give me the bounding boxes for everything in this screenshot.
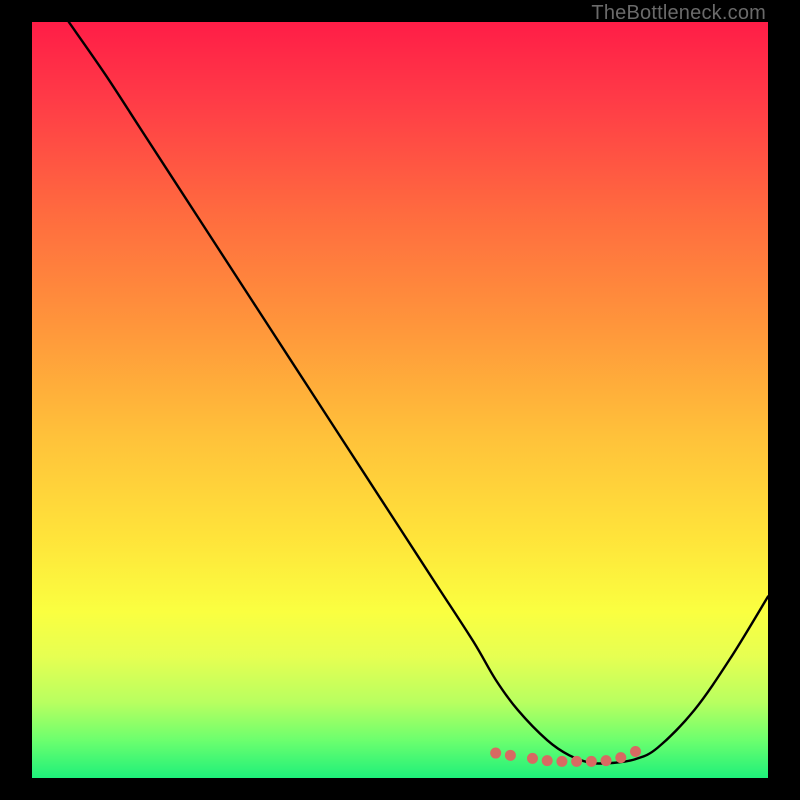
bottleneck-curve: [69, 22, 768, 764]
sweet-spot-dot: [542, 755, 553, 766]
sweet-spot-dots: [490, 746, 641, 767]
bottleneck-curve-layer: [69, 22, 768, 764]
plot-area: [32, 22, 768, 778]
sweet-spot-dot: [527, 753, 538, 764]
sweet-spot-dot: [571, 756, 582, 767]
chart-frame: TheBottleneck.com: [0, 0, 800, 800]
sweet-spot-dot: [490, 748, 501, 759]
chart-svg: [32, 22, 768, 778]
sweet-spot-dot: [505, 750, 516, 761]
sweet-spot-dot: [556, 756, 567, 767]
sweet-spot-dot: [630, 746, 641, 757]
sweet-spot-dot: [615, 752, 626, 763]
sweet-spot-dot: [586, 756, 597, 767]
sweet-spot-dot: [601, 755, 612, 766]
watermark-text: TheBottleneck.com: [591, 2, 766, 25]
